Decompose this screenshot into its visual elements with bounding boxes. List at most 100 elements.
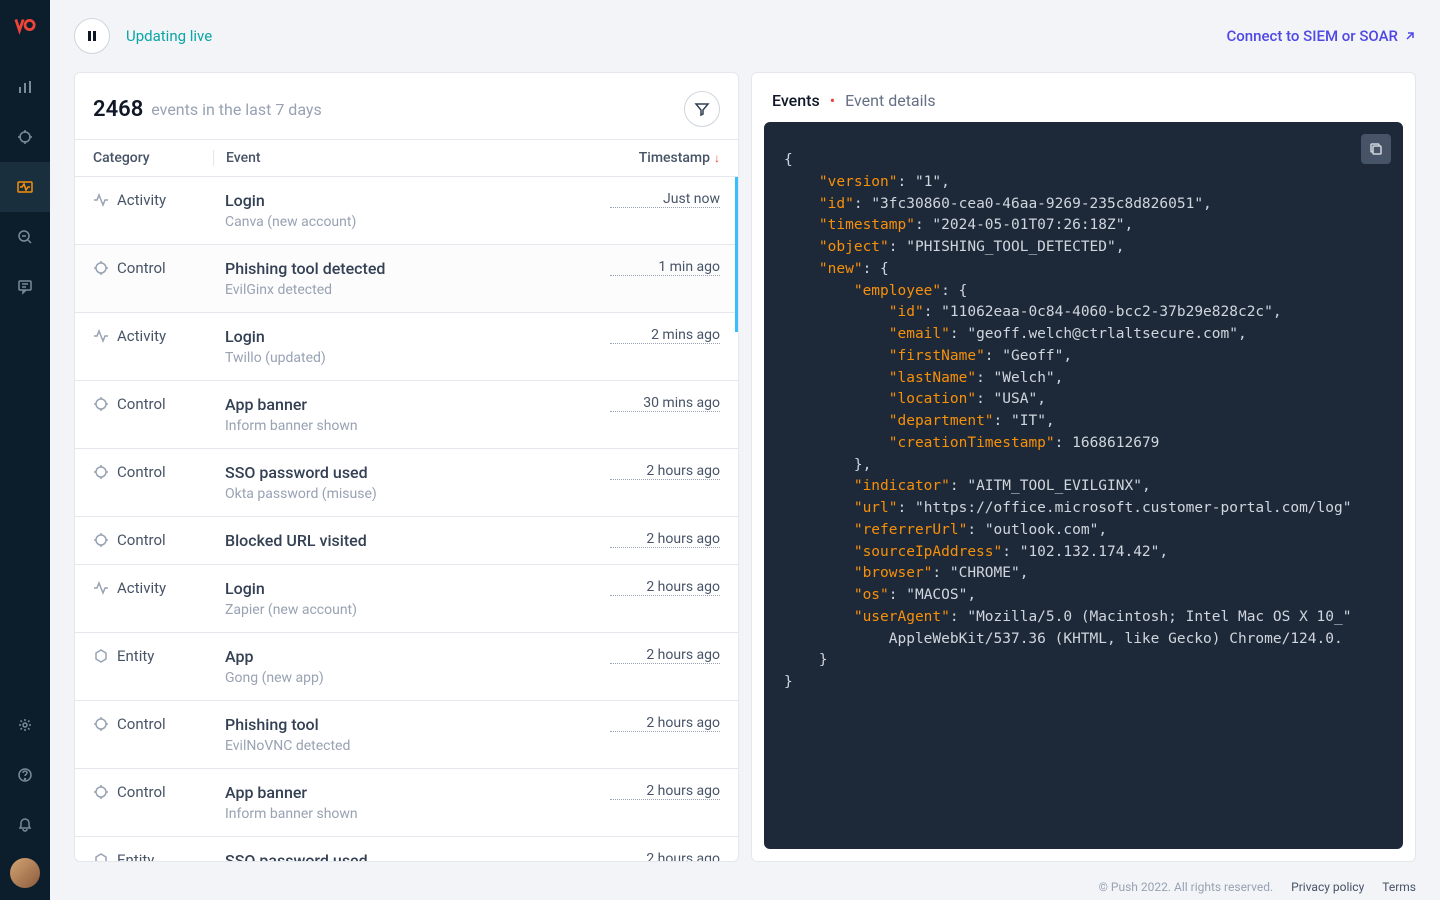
json-viewer: { "version": "1", "id": "3fc30860-cea0-4… [764, 122, 1403, 849]
nav-settings[interactable] [0, 700, 50, 750]
events-list-panel: 2468 events in the last 7 days Category … [74, 72, 739, 862]
row-timestamp: Just now [610, 191, 720, 208]
row-category: Control [117, 783, 166, 801]
siem-link[interactable]: Connect to SIEM or SOAR [1227, 27, 1417, 45]
table-row[interactable]: Control Phishing tool EvilNoVNC detected2 … [75, 701, 738, 769]
row-title: Login [225, 327, 610, 346]
avatar[interactable] [10, 858, 40, 888]
row-subtitle: Inform banner shown [225, 806, 610, 822]
table-row[interactable]: ActivityLoginCanva (new account)Just now [75, 177, 738, 245]
row-category: Entity [117, 647, 154, 665]
events-rows: ActivityLoginCanva (new account)Just now… [75, 177, 738, 861]
nav-help[interactable] [0, 750, 50, 800]
row-category: Control [117, 463, 166, 481]
events-count-desc: events in the last 7 days [151, 100, 321, 119]
row-subtitle: Canva (new account) [225, 214, 610, 230]
table-row[interactable]: Entity App Gong (new app)2 hours ago [75, 633, 738, 701]
arrow-up-right-icon [1404, 30, 1416, 42]
row-timestamp: 2 hours ago [610, 715, 720, 732]
filter-button[interactable] [684, 91, 720, 127]
row-timestamp: 30 mins ago [610, 395, 720, 412]
row-category: Control [117, 531, 166, 549]
row-subtitle: Zapier (new account) [225, 602, 610, 618]
row-subtitle: Gong (new app) [225, 670, 610, 686]
breadcrumb-separator-icon: • [830, 91, 835, 110]
activity-icon [93, 328, 109, 344]
terms-link[interactable]: Terms [1382, 880, 1416, 894]
updating-status: Updating live [126, 27, 212, 45]
control-icon [93, 532, 109, 548]
row-title: SSO password used [225, 463, 610, 482]
control-icon [93, 464, 109, 480]
column-timestamp[interactable]: Timestamp ↓ [610, 150, 720, 166]
row-title: Phishing tool detected [225, 259, 610, 278]
nav-inspect[interactable] [0, 212, 50, 262]
json-content: { "version": "1", "id": "3fc30860-cea0-4… [784, 150, 1383, 694]
control-icon [93, 716, 109, 732]
row-timestamp: 2 hours ago [610, 851, 720, 861]
row-title: Blocked URL visited [225, 531, 610, 550]
row-timestamp: 2 hours ago [610, 463, 720, 480]
topbar: Updating live Connect to SIEM or SOAR [50, 0, 1440, 72]
logo [14, 14, 36, 36]
filter-icon [694, 101, 710, 117]
row-subtitle: Inform banner shown [225, 418, 610, 434]
row-timestamp: 2 hours ago [610, 647, 720, 664]
events-count: 2468 [93, 97, 143, 122]
control-icon [93, 260, 109, 276]
row-title: App banner [225, 783, 610, 802]
row-category: Control [117, 715, 166, 733]
table-header: Category Event Timestamp ↓ [75, 139, 738, 177]
nav-analytics[interactable] [0, 62, 50, 112]
nav-chat[interactable] [0, 262, 50, 312]
table-row[interactable]: Control App banner Inform banner shown2 ho… [75, 769, 738, 837]
copy-icon [1369, 142, 1383, 156]
breadcrumb: Events • Event details [752, 73, 1415, 122]
column-event[interactable]: Event [213, 150, 610, 166]
row-subtitle: Okta password (misuse) [225, 486, 610, 502]
activity-icon [93, 192, 109, 208]
entity-icon [93, 852, 109, 861]
footer: © Push 2022. All rights reserved. Privac… [50, 874, 1440, 900]
nav-events[interactable] [0, 162, 50, 212]
copyright: © Push 2022. All rights reserved. [1099, 880, 1274, 894]
row-subtitle: Twillo (updated) [225, 350, 610, 366]
column-category[interactable]: Category [93, 150, 213, 166]
row-timestamp: 2 hours ago [610, 531, 720, 548]
entity-icon [93, 648, 109, 664]
breadcrumb-events[interactable]: Events [772, 91, 820, 110]
table-row[interactable]: EntitySSO password usedGoggle OIDC2 hour… [75, 837, 738, 861]
row-title: App [225, 647, 610, 666]
activity-icon [93, 580, 109, 596]
row-timestamp: 2 mins ago [610, 327, 720, 344]
row-title: Phishing tool [225, 715, 610, 734]
privacy-link[interactable]: Privacy policy [1291, 880, 1364, 894]
copy-button[interactable] [1361, 134, 1391, 164]
nav-notifications[interactable] [0, 800, 50, 850]
table-row[interactable]: ControlPhishing tool detectedEvilGinx de… [75, 245, 738, 313]
control-icon [93, 396, 109, 412]
table-row[interactable]: Activity Login Zapier (new account)2 hours… [75, 565, 738, 633]
table-row[interactable]: Control SSO password used Okta password (m… [75, 449, 738, 517]
row-timestamp: 2 hours ago [610, 579, 720, 596]
event-detail-panel: Events • Event details { "version": "1",… [751, 72, 1416, 862]
sidebar [0, 0, 50, 900]
row-subtitle: EvilNoVNC detected [225, 738, 610, 754]
row-subtitle: EvilGinx detected [225, 282, 610, 298]
nav-target[interactable] [0, 112, 50, 162]
table-row[interactable]: Control Blocked URL visited2 hours ago [75, 517, 738, 565]
row-title: Login [225, 579, 610, 598]
column-timestamp-label: Timestamp [639, 150, 710, 166]
row-category: Activity [117, 191, 166, 209]
pause-button[interactable] [74, 18, 110, 54]
scroll-indicator [735, 177, 738, 332]
table-row[interactable]: Activity Login Twillo (updated)2 mins ago [75, 313, 738, 381]
table-row[interactable]: ControlApp bannerInform banner shown30 m… [75, 381, 738, 449]
row-category: Activity [117, 327, 166, 345]
row-title: App banner [225, 395, 610, 414]
row-category: Activity [117, 579, 166, 597]
breadcrumb-detail: Event details [845, 91, 936, 110]
row-timestamp: 2 hours ago [610, 783, 720, 800]
control-icon [93, 784, 109, 800]
sort-descending-icon: ↓ [714, 151, 720, 165]
